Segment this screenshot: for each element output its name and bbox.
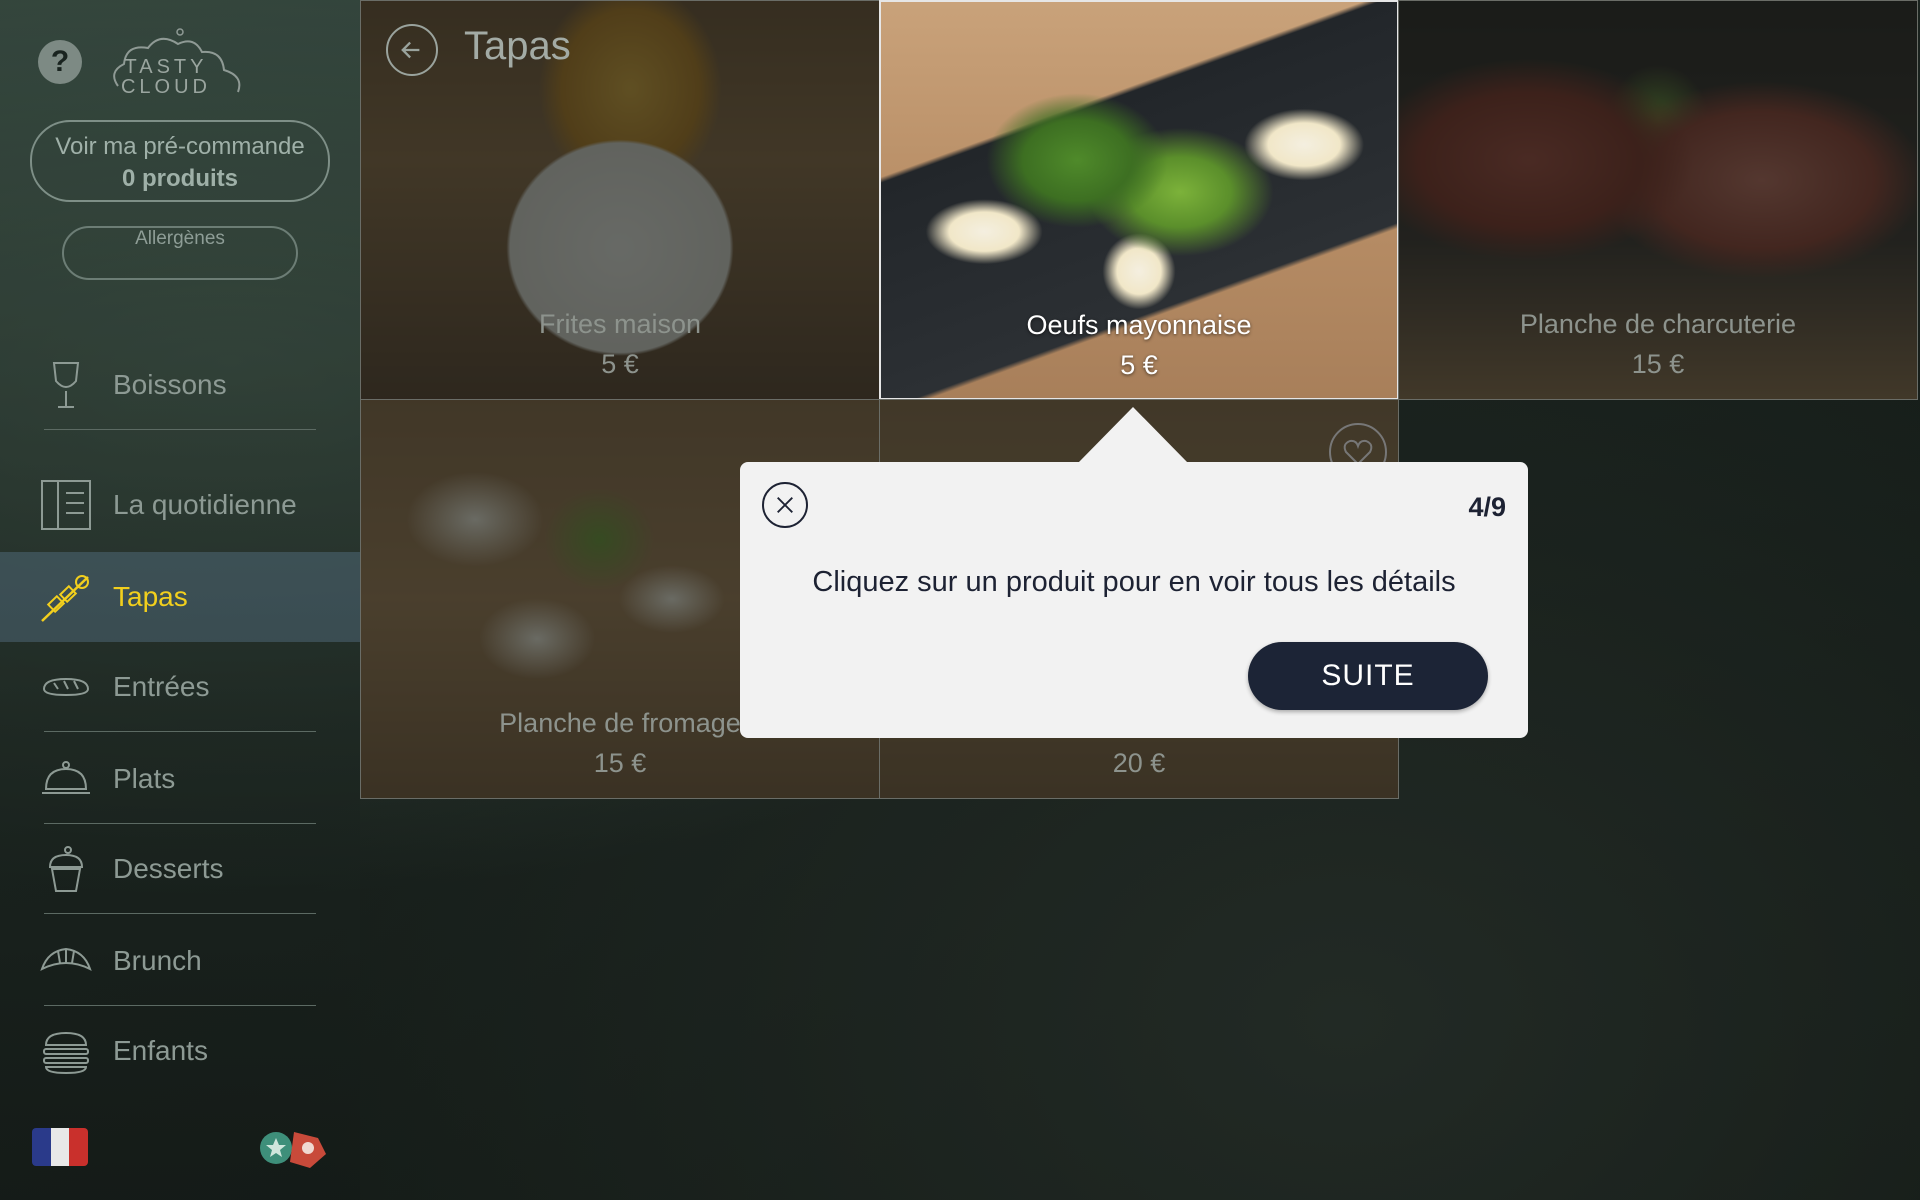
help-button[interactable]: ? <box>38 40 82 84</box>
skewer-icon <box>41 575 89 622</box>
sidebar-item-label: Entrées <box>113 671 210 702</box>
burger-icon <box>43 1031 89 1075</box>
tooltip-arrow <box>1078 407 1188 463</box>
divider <box>44 429 316 430</box>
sidebar-item-label: La quotidienne <box>113 489 297 520</box>
sidebar-item-plats[interactable]: Plats <box>0 734 360 824</box>
logo-text-cloud: CLOUD <box>120 76 211 98</box>
sidebar-item-label: Plats <box>113 763 176 794</box>
sidebar-item-entrees[interactable]: Entrées <box>0 642 360 732</box>
ghost-card <box>760 900 1140 1200</box>
sidebar-item-tapas[interactable]: Tapas <box>0 552 360 642</box>
ghost-card <box>1540 900 1920 1200</box>
product-card-oeufs-mayonnaise[interactable]: Oeufs mayonnaise 5 € <box>879 0 1399 400</box>
sidebar-item-enfants[interactable]: Enfants <box>0 1006 360 1096</box>
croissant-icon <box>40 947 92 971</box>
back-arrow-icon[interactable] <box>386 24 438 76</box>
sidebar-item-label: Enfants <box>113 1035 208 1066</box>
sidebar-item-brunch[interactable]: Brunch <box>0 916 360 1006</box>
loyalty-badge-icon[interactable] <box>258 1122 330 1174</box>
sidebar-item-boissons[interactable]: Boissons <box>0 340 360 430</box>
product-price: 5 € <box>1120 350 1158 380</box>
product-name: Oeufs mayonnaise <box>1026 310 1252 340</box>
menu-book-icon <box>41 480 91 530</box>
tasty-cloud-logo: TASTY CLOUD <box>110 26 250 98</box>
sidebar-item-label: Boissons <box>113 369 227 400</box>
product-card-frites-maison[interactable]: Frites maison 5 € <box>360 0 880 400</box>
cupcake-icon <box>48 846 84 892</box>
precommande-label: Voir ma pré-commande <box>55 133 305 160</box>
page-title: Tapas <box>464 24 571 68</box>
bread-icon <box>42 677 90 697</box>
next-button[interactable]: SUITE <box>1248 642 1488 710</box>
onboarding-tooltip: 4/9 Cliquez sur un produit pour en voir … <box>740 462 1528 738</box>
sidebar-item-desserts[interactable]: Desserts <box>0 824 360 914</box>
cloche-icon <box>42 761 90 794</box>
background-products <box>360 800 1920 1200</box>
allergenes-button[interactable]: Allergènes <box>62 226 298 280</box>
product-name: Frites maison <box>538 309 702 339</box>
divider <box>44 731 316 732</box>
ghost-card <box>360 900 740 1200</box>
close-icon[interactable] <box>762 482 808 528</box>
tour-message: Cliquez sur un produit pour en voir tous… <box>812 566 1456 598</box>
divider <box>44 913 316 914</box>
french-flag-icon[interactable] <box>32 1128 88 1166</box>
sidebar-item-label: Desserts <box>113 853 224 884</box>
tour-step-counter: 4/9 <box>1468 492 1506 522</box>
wine-glass-icon <box>52 362 80 408</box>
precommande-count: 0 produits <box>121 165 238 192</box>
sidebar-item-label: Brunch <box>113 945 202 976</box>
product-name: Planche de charcuterie <box>1519 309 1797 339</box>
sidebar-item-label: Tapas <box>113 581 188 612</box>
sidebar: ? TASTY CLOUD Voir ma pré-commande 0 pro… <box>0 0 360 1200</box>
product-price: 15 € <box>593 748 647 778</box>
ghost-card <box>1160 900 1540 1200</box>
sidebar-item-la-quotidienne[interactable]: La quotidienne <box>0 460 360 550</box>
precommande-button[interactable]: Voir ma pré-commande 0 produits <box>30 120 330 202</box>
product-price: 20 € <box>1112 748 1166 778</box>
product-card-planche-de-charcuterie[interactable]: Planche de charcuterie 15 € <box>1398 0 1918 400</box>
product-price: 5 € <box>601 349 639 379</box>
product-price: 15 € <box>1631 349 1685 379</box>
